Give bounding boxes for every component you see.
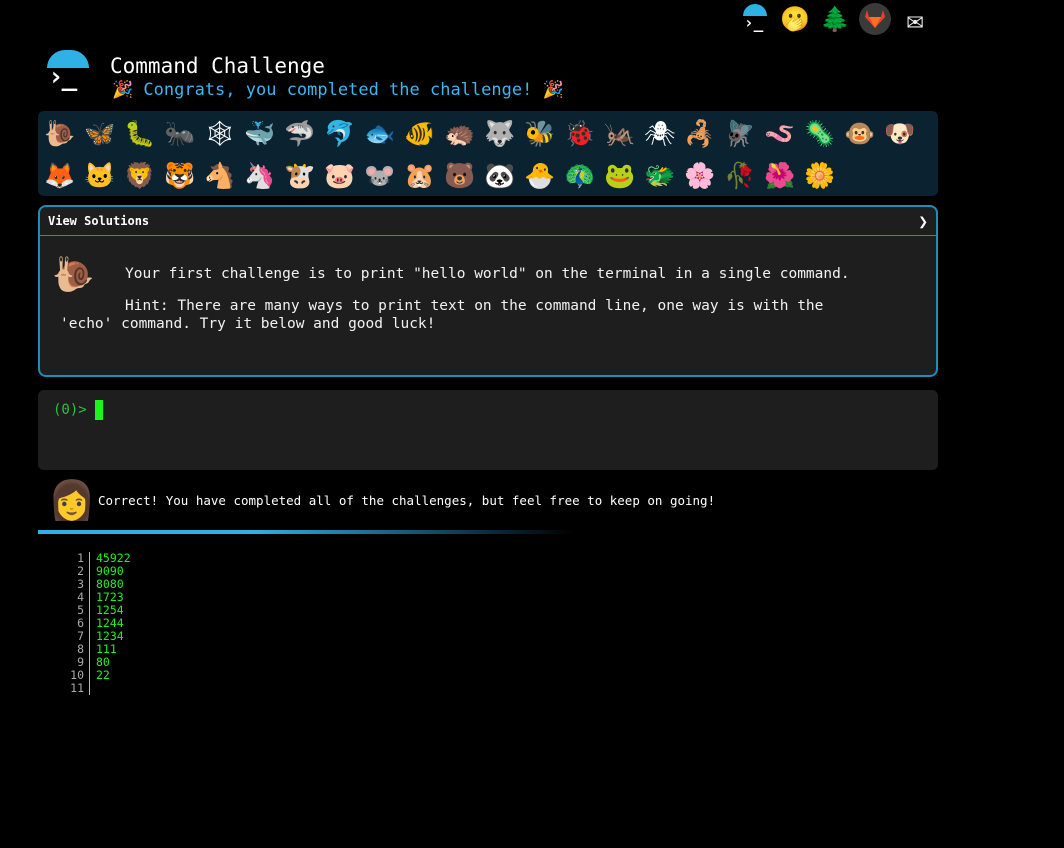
challenge-emoji-row2-20[interactable]: 🌼 (800, 157, 840, 195)
terminal-prompt: (0)> (53, 402, 87, 418)
gitlab-logo-shape (865, 10, 885, 28)
challenge-emoji-row2-18[interactable]: 🥀 (720, 157, 760, 195)
face-with-hand-over-mouth-icon[interactable]: 🫢 (778, 2, 812, 36)
challenge-emoji-row2-5[interactable]: 🐴 (200, 157, 240, 195)
page-header: ›_ Command Challenge 🎉 Congrats, you com… (42, 48, 564, 100)
challenge-emoji-row1-9[interactable]: 🐟 (360, 115, 400, 153)
challenge-hint: Hint: There are many ways to print text … (60, 298, 824, 332)
challenge-emoji-row1-21[interactable]: 🐵 (840, 115, 880, 153)
challenge-emoji-row1-11[interactable]: 🦔 (440, 115, 480, 153)
congrats-message: 🎉 Congrats, you completed the challenge!… (112, 80, 564, 100)
line-number: 6 (60, 617, 90, 630)
terminal-cursor (94, 400, 103, 420)
challenge-emoji-row1-22[interactable]: 🐶 (880, 115, 920, 153)
challenge-emoji-row1-1[interactable]: 🐌 (40, 115, 80, 153)
feedback-text: Correct! You have completed all of the c… (98, 493, 716, 508)
challenge-emoji-row2-11[interactable]: 🐻 (440, 157, 480, 195)
challenge-emoji-row2-3[interactable]: 🦁 (120, 157, 160, 195)
command-challenge-logo-icon[interactable]: ›_ (42, 48, 94, 100)
challenge-emoji-row1-12[interactable]: 🐺 (480, 115, 520, 153)
challenge-emoji-row1-18[interactable]: 🪰 (720, 115, 760, 153)
challenge-emoji-row2-6[interactable]: 🦄 (240, 157, 280, 195)
challenge-emoji-row2-2[interactable]: 🐱 (80, 157, 120, 195)
line-number: 3 (60, 578, 90, 591)
line-number: 5 (60, 604, 90, 617)
challenge-instruction: Your first challenge is to print "hello … (125, 266, 850, 282)
view-solutions-label: View Solutions (48, 214, 150, 228)
view-solutions-toggle[interactable]: View Solutions ❯ (40, 207, 936, 236)
challenge-emoji-row2-13[interactable]: 🐣 (520, 157, 560, 195)
woman-avatar-icon: 👩 (48, 478, 96, 522)
challenge-emoji-row2-19[interactable]: 🌺 (760, 157, 800, 195)
challenge-emoji-row1-17[interactable]: 🦂 (680, 115, 720, 153)
title-block: Command Challenge 🎉 Congrats, you comple… (110, 48, 564, 100)
challenge-emoji-row2-1[interactable]: 🦊 (40, 157, 80, 195)
line-number: 1 (60, 552, 90, 565)
challenge-emoji-row1-3[interactable]: 🐛 (120, 115, 160, 153)
challenge-emoji-row2-9[interactable]: 🐭 (360, 157, 400, 195)
challenge-emoji-row2-7[interactable]: 🐮 (280, 157, 320, 195)
challenge-emoji-row1-19[interactable]: 🪱 (760, 115, 800, 153)
challenge-emoji-row1-14[interactable]: 🐞 (560, 115, 600, 153)
chevron-right-icon: ❯ (918, 211, 928, 231)
envelope-icon[interactable]: ✉ (898, 2, 932, 36)
challenge-emoji-row1-6[interactable]: 🐳 (240, 115, 280, 153)
line-value: 22 (96, 668, 110, 682)
challenge-emoji-row1-7[interactable]: 🦈 (280, 115, 320, 153)
evergreen-tree-icon[interactable]: 🌲 (818, 2, 852, 36)
feedback-message: 👩 Correct! You have completed all of the… (48, 478, 715, 523)
terminal-input[interactable]: (0)> (38, 390, 938, 470)
emoji-row-2: 🦊 🐱 🦁 🐯 🐴 🦄 🐮 🐷 🐭 🐹 🐻 🐼 🐣 🦚 🐸 🐲 🌸 🥀 🌺 🌼 (40, 157, 840, 195)
challenge-emoji-row1-16[interactable]: 🕷 (640, 115, 680, 153)
terminal-prompt-line[interactable]: (0)> (53, 400, 103, 420)
challenge-emoji-row2-8[interactable]: 🐷 (320, 157, 360, 195)
challenge-emoji-row1-15[interactable]: 🦗 (600, 115, 640, 153)
challenge-emoji-row2-15[interactable]: 🐸 (600, 157, 640, 195)
challenge-emoji-grid: 🐌 🦋 🐛 🐜 🕸 🐳 🦈 🐬 🐟 🐠 🦔 🐺 🐝 🐞 🦗 🕷 🦂 🪰 🪱 🦠 🐵 🐶 🦊 🐱 🦁 🐯 🐴 🦄 🐮 🐷 🐭 🐹 🐻 🐼 🐣 🦚 🐸 🐲 🌸… (38, 111, 938, 196)
challenge-emoji-row1-10[interactable]: 🐠 (400, 115, 440, 153)
challenge-emoji-row2-4[interactable]: 🐯 (160, 157, 200, 195)
output-line: 11 (60, 682, 131, 695)
challenge-emoji-row1-4[interactable]: 🐜 (160, 115, 200, 153)
page-title: Command Challenge (110, 54, 325, 78)
challenge-emoji-row2-17[interactable]: 🌸 (680, 157, 720, 195)
challenge-description: Your first challenge is to print "hello … (60, 265, 880, 333)
challenge-emoji-row1-8[interactable]: 🐬 (320, 115, 360, 153)
challenge-emoji-row1-5[interactable]: 🕸 (200, 115, 240, 153)
gitlab-icon[interactable] (858, 2, 892, 36)
line-number: 8 (60, 643, 90, 656)
line-value (90, 682, 96, 695)
challenge-emoji-row1-20[interactable]: 🦠 (800, 115, 840, 153)
top-navigation: ›_ 🫢 🌲 ✉ (738, 2, 932, 36)
line-number: 11 (60, 682, 90, 695)
challenge-emoji-row1-2[interactable]: 🦋 (80, 115, 120, 153)
line-number: 2 (60, 565, 90, 578)
line-number: 7 (60, 630, 90, 643)
challenge-emoji-row1-13[interactable]: 🐝 (520, 115, 560, 153)
challenge-emoji-row2-10[interactable]: 🐹 (400, 157, 440, 195)
line-number: 4 (60, 591, 90, 604)
command-output: 1 45922 2 9090 3 8080 4 1723 5 1254 6 1244 7 1234 8 111… (60, 552, 131, 695)
challenge-emoji-row2-14[interactable]: 🦚 (560, 157, 600, 195)
progress-bar (38, 530, 574, 534)
terminal-logo-icon[interactable]: ›_ (738, 2, 772, 36)
challenge-emoji-row2-16[interactable]: 🐲 (640, 157, 680, 195)
emoji-row-1: 🐌 🦋 🐛 🐜 🕸 🐳 🦈 🐬 🐟 🐠 🦔 🐺 🐝 🐞 🦗 🕷 🦂 🪰 🪱 🦠 🐵 🐶 (40, 115, 920, 153)
gitlab-badge (859, 3, 891, 35)
challenge-emoji-row2-12[interactable]: 🐼 (480, 157, 520, 195)
challenge-box: View Solutions ❯ 🐌 Your first challenge … (38, 205, 938, 377)
